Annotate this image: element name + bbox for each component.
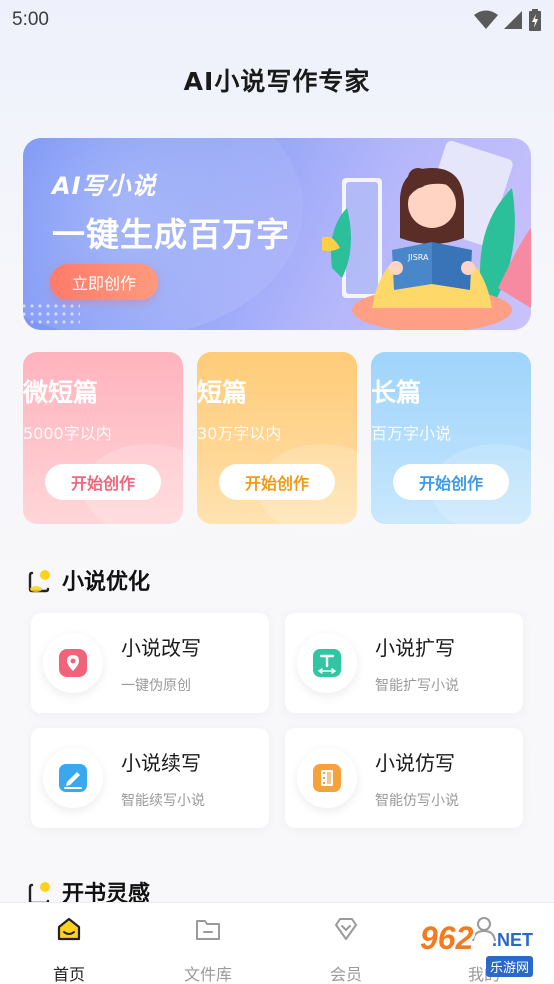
tool-expand-card[interactable]: 小说扩写 智能扩写小说 xyxy=(285,613,523,713)
tool-rewrite-icon-wrap xyxy=(43,633,103,693)
book-cover-text: JISRA xyxy=(407,253,429,262)
status-icons xyxy=(474,9,542,31)
tool-imitate-icon-wrap xyxy=(297,748,357,808)
card-long-title: 长篇 xyxy=(371,378,422,407)
tool-rewrite-title: 小说改写 xyxy=(121,636,201,660)
watermark-suffix: .NET xyxy=(492,930,534,950)
battery-icon xyxy=(529,9,541,31)
signal-icon xyxy=(504,11,522,29)
site-watermark: 962 .NET 乐游网 xyxy=(414,918,550,980)
tool-expand-title: 小说扩写 xyxy=(375,636,455,660)
folder-icon xyxy=(196,920,220,940)
film-icon xyxy=(313,764,341,792)
card-short-start-button[interactable]: 开始创作 xyxy=(219,464,335,500)
app-title: AI小说写作专家 xyxy=(183,67,371,96)
banner-subtitle: AI写小说 xyxy=(52,172,157,200)
tool-continue-card[interactable]: 小说续写 智能续写小说 xyxy=(31,728,269,828)
tool-expand-desc: 智能扩写小说 xyxy=(375,678,459,694)
nav-member-label: 会员 xyxy=(329,965,362,984)
banner-dots xyxy=(20,302,80,324)
watermark-number: 962 xyxy=(420,920,474,956)
diamond-heart-icon xyxy=(335,918,357,940)
status-bar: 5:00 xyxy=(0,0,554,40)
card-long-start-button[interactable]: 开始创作 xyxy=(393,464,509,500)
tool-rewrite-desc: 一键伪原创 xyxy=(121,678,191,694)
banner-headline: 一键生成百万字 xyxy=(52,215,290,254)
tool-continue-title: 小说续写 xyxy=(121,751,201,775)
pen-icon xyxy=(59,764,87,792)
home-icon xyxy=(57,917,81,941)
status-time: 5:00 xyxy=(12,9,49,30)
nav-files[interactable]: 文件库 xyxy=(158,913,258,984)
nav-member[interactable]: 会员 xyxy=(296,913,396,984)
tool-continue-icon-wrap xyxy=(43,748,103,808)
text-expand-icon xyxy=(313,649,341,677)
section-optimize-title: 小说优化 xyxy=(62,570,151,595)
tool-expand-icon-wrap xyxy=(297,633,357,693)
nav-home-label: 首页 xyxy=(52,965,85,984)
nav-home[interactable]: 首页 xyxy=(19,913,119,984)
card-long-desc: 百万字小说 xyxy=(371,424,452,443)
watermark-sub: 乐游网 xyxy=(486,956,534,977)
card-micro-short-start-button[interactable]: 开始创作 xyxy=(45,464,161,500)
tool-rewrite-card[interactable]: 小说改写 一键伪原创 xyxy=(31,613,269,713)
card-micro-short-title: 微短篇 xyxy=(23,378,99,407)
tool-imitate-card[interactable]: 小说仿写 智能仿写小说 xyxy=(285,728,523,828)
card-short-title: 短篇 xyxy=(197,378,248,407)
card-short-desc: 30万字以内 xyxy=(197,424,282,443)
tool-imitate-title: 小说仿写 xyxy=(375,751,455,775)
card-micro-short-desc: 5000字以内 xyxy=(23,424,112,443)
nav-files-label: 文件库 xyxy=(183,965,232,984)
location-pin-icon xyxy=(59,649,87,677)
tool-continue-desc: 智能续写小说 xyxy=(121,793,205,809)
reading-girl-illustration: JISRA xyxy=(322,140,531,330)
section-optimize-header: 小说优化 xyxy=(28,564,150,596)
section-marker-icon xyxy=(28,570,50,593)
tool-imitate-desc: 智能仿写小说 xyxy=(375,793,459,809)
wifi-icon xyxy=(474,10,498,29)
create-now-button[interactable]: 立即创作 xyxy=(50,264,158,300)
